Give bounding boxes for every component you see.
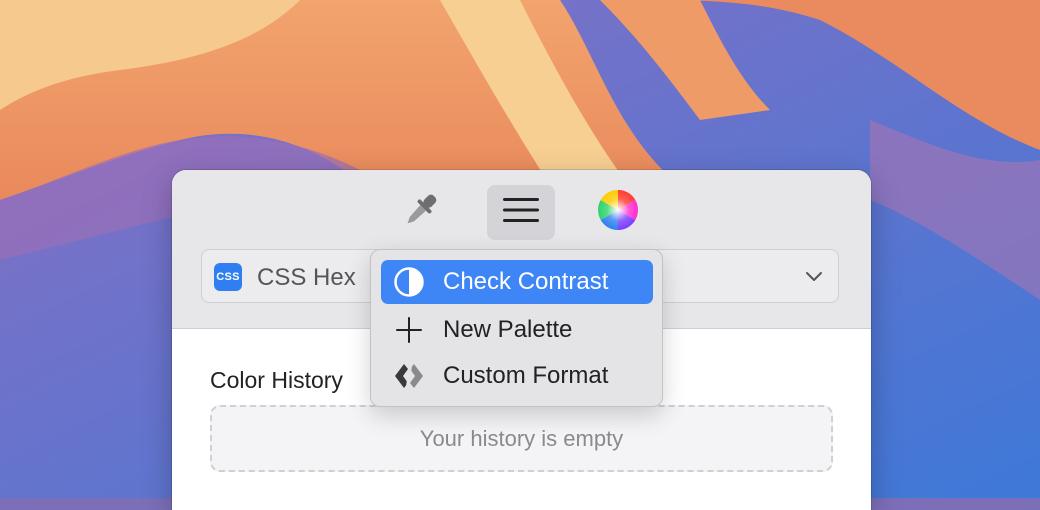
menu-item-custom-format[interactable]: Custom Format xyxy=(381,354,653,398)
menu-button[interactable] xyxy=(487,185,555,240)
chevron-down-icon xyxy=(804,267,824,292)
menu-item-label: Custom Format xyxy=(443,362,609,389)
hamburger-menu-icon xyxy=(501,194,541,231)
toolbar-menu: Check Contrast New Palette Custom Format xyxy=(370,249,663,407)
menu-item-label: Check Contrast xyxy=(443,268,609,295)
menu-item-check-contrast[interactable]: Check Contrast xyxy=(381,260,653,304)
eyedropper-icon xyxy=(401,190,441,235)
custom-format-icon xyxy=(385,361,433,391)
history-title: Color History xyxy=(210,367,343,393)
color-wheel-icon xyxy=(597,189,639,236)
history-empty-area: Your history is empty xyxy=(210,405,833,472)
css-format-icon: CSS xyxy=(214,263,242,291)
menu-item-new-palette[interactable]: New Palette xyxy=(381,308,653,352)
history-empty-text: Your history is empty xyxy=(419,426,624,451)
plus-icon xyxy=(385,316,433,344)
color-wheel-button[interactable] xyxy=(584,185,652,240)
eyedropper-button[interactable] xyxy=(387,185,455,240)
contrast-icon xyxy=(385,266,433,298)
format-label: CSS Hex xyxy=(257,264,356,291)
menu-item-label: New Palette xyxy=(443,316,573,343)
